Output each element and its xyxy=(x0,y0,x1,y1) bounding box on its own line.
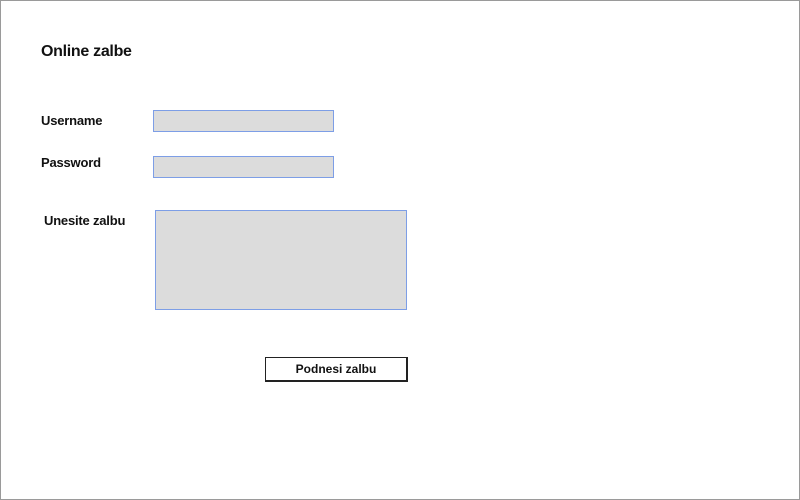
password-label: Password xyxy=(41,155,101,170)
complaint-label: Unesite zalbu xyxy=(44,213,126,228)
username-label: Username xyxy=(41,113,103,128)
complaint-textarea[interactable] xyxy=(155,210,407,310)
submit-complaint-button[interactable]: Podnesi zalbu xyxy=(265,357,408,382)
page-title: Online zalbe xyxy=(41,43,132,60)
complaint-form-window: Online zalbe Username Password Unesite z… xyxy=(0,0,800,500)
username-field[interactable] xyxy=(153,110,334,132)
password-field[interactable] xyxy=(153,156,334,178)
